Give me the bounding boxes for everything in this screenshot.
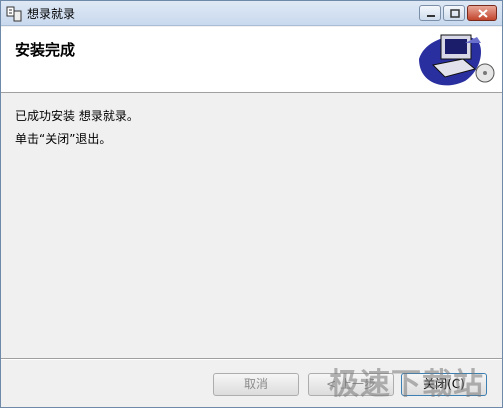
watermark: 极速下载站 (329, 367, 484, 402)
title-bar[interactable]: 想录就录 (1, 1, 502, 26)
exit-instruction: 单击“关闭”退出。 (15, 132, 112, 146)
maximize-button[interactable] (443, 5, 465, 21)
header-banner: 安装完成 (1, 27, 502, 93)
minimize-button[interactable] (419, 5, 441, 21)
success-message: 已成功安装 想录就录。 (15, 109, 139, 123)
computer-install-graphic (419, 34, 495, 86)
window-title: 想录就录 (27, 7, 76, 21)
page-title: 安装完成 (15, 41, 76, 59)
close-window-button[interactable] (467, 5, 497, 21)
maximize-icon (450, 9, 460, 18)
minimize-icon (427, 15, 435, 17)
cancel-button[interactable]: 取消 (213, 373, 299, 396)
setup-icon (6, 6, 22, 22)
installer-window: 想录就录 安装完成 已成功安装 想录就录。 单击“关闭”退出。 取消 < 上一步… (0, 0, 503, 408)
close-icon (478, 9, 488, 18)
